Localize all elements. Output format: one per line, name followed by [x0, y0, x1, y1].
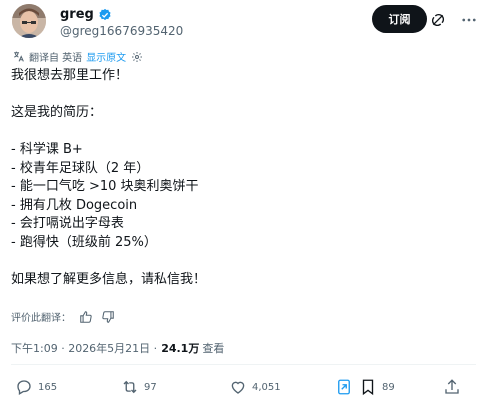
thumbs-up-icon[interactable] — [79, 310, 93, 324]
translated-from-label: 翻译自 英语 — [29, 53, 83, 64]
grok-icon[interactable] — [427, 9, 449, 31]
post-meta: 下午1:09 · 2026年5月21日 · 24.1万 查看 — [11, 340, 224, 356]
reply-button[interactable]: 165 — [15, 376, 57, 398]
avatar[interactable] — [12, 4, 46, 38]
translation-bar: 翻译自 英语 显示原文 — [12, 49, 143, 64]
bookmark-icon — [362, 379, 374, 396]
like-count: 4,051 — [252, 381, 281, 393]
user-handle[interactable]: @greg16676935420 — [60, 24, 183, 38]
timestamp[interactable]: 下午1:09 · 2026年5月21日 · — [11, 340, 157, 356]
view-count: 24.1万 — [161, 342, 200, 355]
thumbs-down-icon[interactable] — [101, 310, 115, 324]
divider — [11, 364, 476, 365]
views-label: 查看 — [202, 342, 225, 355]
reply-icon — [17, 380, 31, 395]
rate-translation: 评价此翻译： — [11, 309, 115, 324]
repost-count: 97 — [144, 381, 157, 393]
subscribe-button[interactable]: 订阅 — [372, 5, 427, 33]
more-options-icon[interactable] — [458, 9, 480, 31]
verified-badge-icon — [99, 8, 111, 20]
action-bar: 165 97 4,051 89 — [11, 376, 466, 398]
post-text: 我很想去那里工作！ 这是我的简历： - 科学课 B+ - 校青年足球队（2 年）… — [11, 68, 207, 287]
display-name[interactable]: greg — [60, 7, 94, 22]
bookmark-count: 89 — [382, 381, 395, 393]
share-button[interactable] — [443, 376, 461, 398]
grok-analyze-button[interactable] — [335, 376, 353, 398]
translate-icon — [14, 51, 24, 62]
repost-icon — [123, 380, 137, 394]
reply-count: 165 — [38, 381, 58, 393]
heart-icon — [231, 381, 245, 394]
gear-icon[interactable] — [131, 51, 143, 63]
rate-translation-label: 评价此翻译： — [11, 313, 71, 324]
name-row: greg — [60, 7, 112, 22]
post-header: greg @greg16676935420 订阅 — [10, 4, 480, 44]
grok-analyze-icon — [338, 379, 350, 395]
repost-button[interactable]: 97 — [121, 376, 157, 398]
show-original-link[interactable]: 显示原文 — [86, 49, 126, 64]
bookmark-button[interactable]: 89 — [359, 376, 395, 398]
share-icon — [445, 379, 459, 394]
like-button[interactable]: 4,051 — [229, 376, 281, 398]
